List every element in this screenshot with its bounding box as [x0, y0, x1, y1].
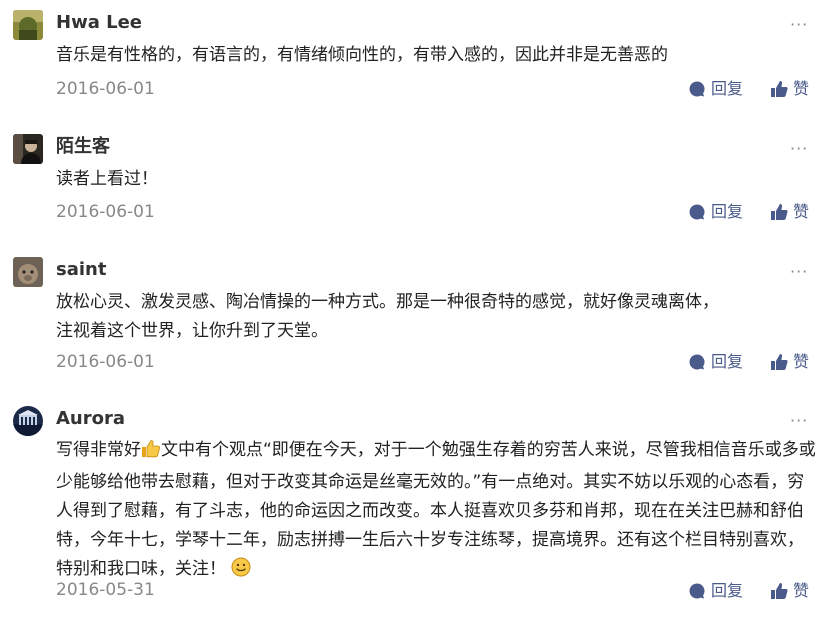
author-name[interactable]: saint [56, 259, 106, 281]
thumbs-up-icon [771, 81, 788, 97]
speech-bubble-icon [689, 204, 705, 220]
person-avatar-icon [13, 134, 43, 164]
thumbs-up-icon [771, 583, 788, 599]
speech-bubble-icon [689, 354, 705, 370]
building-avatar-icon [13, 406, 43, 436]
smiley-emoji-icon [231, 557, 251, 587]
author-name[interactable]: Hwa Lee [56, 12, 142, 34]
speech-bubble-icon [689, 583, 705, 599]
reply-label: 回复 [711, 581, 744, 600]
comment-date: 2016-06-01 [56, 202, 155, 222]
comment-text-part: 文中有个观点“即便在今天，对于一个勉强生存着的穷苦人来说，尽管我相信音乐或多或少… [56, 440, 816, 579]
avatar[interactable] [13, 134, 43, 164]
like-button[interactable]: 赞 [770, 78, 809, 100]
comment-text-part: 写得非常好 [56, 440, 141, 460]
like-button[interactable]: 赞 [770, 580, 809, 602]
comment-date: 2016-06-01 [56, 79, 155, 99]
like-label: 赞 [793, 581, 810, 600]
avatar[interactable] [13, 10, 43, 40]
thumbs-up-icon [771, 354, 788, 370]
reply-button[interactable]: 回复 [688, 580, 743, 602]
author-name[interactable]: 陌生客 [56, 136, 110, 158]
like-label: 赞 [793, 79, 810, 98]
comment-date: 2016-05-31 [56, 580, 155, 600]
comment-date: 2016-06-01 [56, 352, 155, 372]
reply-label: 回复 [711, 79, 744, 98]
landscape-avatar-icon [13, 10, 43, 40]
comment-text-line: 注视着这个世界，让你升到了天堂。 [56, 321, 328, 341]
more-options-button[interactable]: ··· [790, 413, 808, 429]
thumbs-up-emoji-icon [141, 439, 161, 468]
animal-avatar-icon [13, 257, 43, 287]
comment-text: 读者上看过！ [56, 169, 158, 189]
comment-text: 写得非常好 文中有个观点“即便在今天，对于一个勉强生存着的穷苦人来说，尽管我相信音… [56, 436, 816, 587]
avatar[interactable] [13, 257, 43, 287]
more-options-button[interactable]: ··· [790, 141, 808, 157]
thumbs-up-icon [771, 204, 788, 220]
like-button[interactable]: 赞 [770, 351, 809, 373]
reply-button[interactable]: 回复 [688, 201, 743, 223]
more-options-button[interactable]: ··· [790, 264, 808, 280]
avatar[interactable] [13, 406, 43, 436]
like-button[interactable]: 赞 [770, 201, 809, 223]
like-label: 赞 [793, 202, 810, 221]
reply-label: 回复 [711, 352, 744, 371]
reply-label: 回复 [711, 202, 744, 221]
reply-button[interactable]: 回复 [688, 78, 743, 100]
like-label: 赞 [793, 352, 810, 371]
speech-bubble-icon [689, 81, 705, 97]
more-options-button[interactable]: ··· [790, 17, 808, 33]
comment-text: 放松心灵、激发灵感、陶冶情操的一种方式。那是一种很奇特的感觉，就好像灵魂离体， … [56, 288, 816, 346]
author-name[interactable]: Aurora [56, 408, 125, 430]
comment-text-line: 放松心灵、激发灵感、陶冶情操的一种方式。那是一种很奇特的感觉，就好像灵魂离体， [56, 292, 719, 312]
reply-button[interactable]: 回复 [688, 351, 743, 373]
comment-text: 音乐是有性格的，有语言的，有情绪倾向性的，有带入感的，因此并非是无善恶的 [56, 45, 668, 65]
